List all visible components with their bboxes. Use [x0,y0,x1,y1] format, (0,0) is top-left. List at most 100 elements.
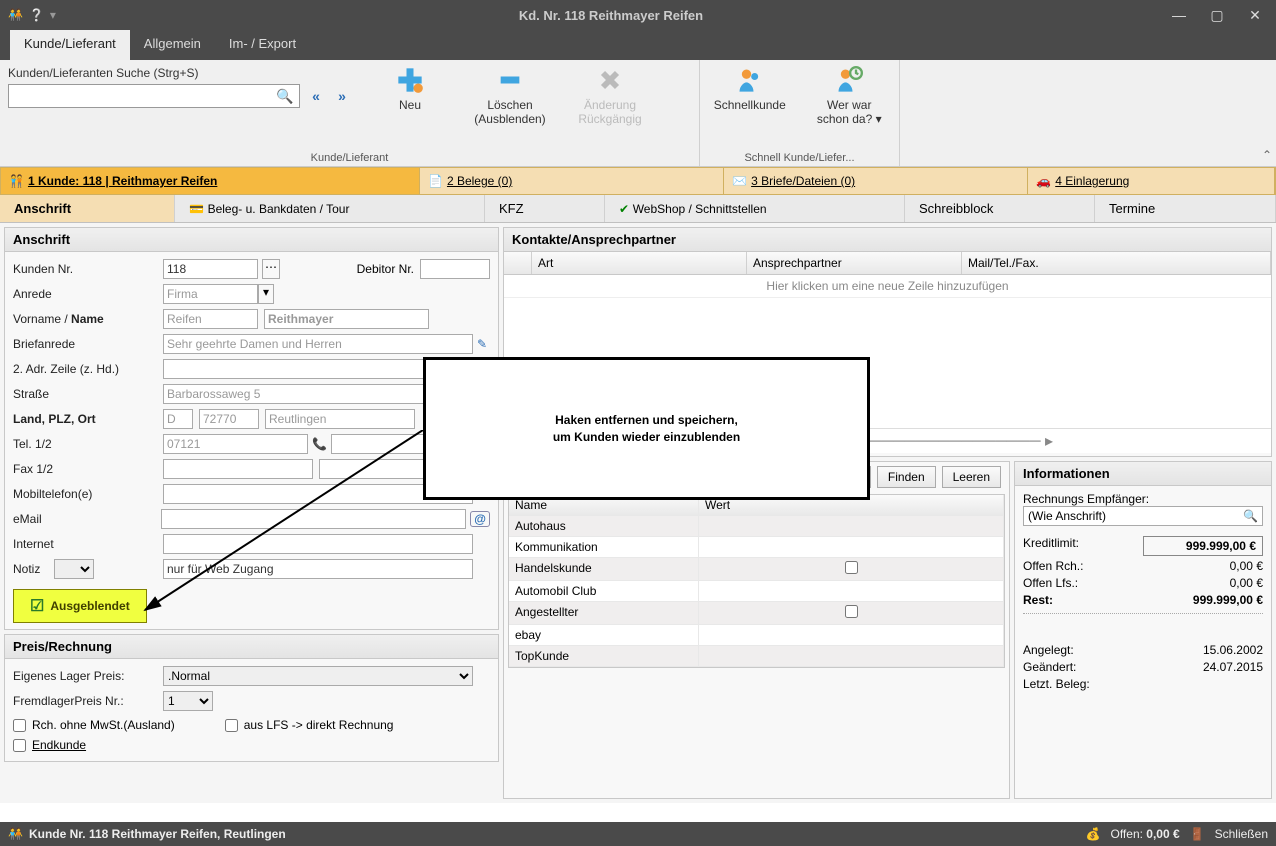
minimize-button[interactable]: — [1166,7,1192,23]
attr-row: Angestellter [509,602,1004,625]
close-button[interactable]: ✕ [1242,7,1268,24]
ribbon-collapse-icon[interactable]: ⌃ [1258,60,1276,166]
anrede-input[interactable] [163,284,258,304]
search-icon[interactable]: 🔍 [275,88,295,105]
angelegt-label: Angelegt: [1023,643,1074,657]
schnellkunde-button[interactable]: Schnellkunde [700,62,800,112]
kunden-nr-input[interactable] [163,259,258,279]
fax-label: Fax 1/2 [13,462,163,476]
nav-main-tabs: 🧑‍🤝‍🧑 1 Kunde: 118 | Reithmayer Reifen 📄… [0,167,1276,195]
cb-mwst[interactable]: Rch. ohne MwSt.(Ausland) [13,718,175,732]
at-icon[interactable]: @ [470,511,490,527]
subtab-beleg[interactable]: 💳 Beleg- u. Bankdaten / Tour [175,195,485,222]
attr-row: TopKunde [509,646,1004,667]
status-bar: 🧑‍🤝‍🧑 Kunde Nr. 118 Reithmayer Reifen, R… [0,822,1276,846]
col-ansprechpartner[interactable]: Ansprechpartner [747,252,962,274]
kunden-nr-lookup-icon[interactable]: ⋯ [262,259,280,279]
vorname-input[interactable] [163,309,258,329]
ribbon-group-label-2: Schnell Kunde/Liefer... [700,150,899,166]
nav-tab-kunde[interactable]: 🧑‍🤝‍🧑 1 Kunde: 118 | Reithmayer Reifen [1,168,420,194]
window-title: Kd. Nr. 118 Reithmayer Reifen [56,8,1166,23]
col-art[interactable]: Art [532,252,747,274]
subtab-webshop[interactable]: ✔ WebShop / Schnittstellen [605,195,905,222]
ort-input[interactable] [265,409,415,429]
land-input[interactable] [163,409,193,429]
offen-rch-label: Offen Rch.: [1023,559,1083,573]
internet-input[interactable] [163,534,473,554]
phone-icon[interactable]: 📞 [312,437,327,451]
anrede-dropdown-icon[interactable]: ▾ [258,284,274,304]
info-header: Informationen [1015,462,1271,486]
empf-value[interactable]: (Wie Anschrift) 🔍 [1023,506,1263,526]
mobil-label: Mobiltelefon(e) [13,487,163,501]
attr-row: Autohaus [509,516,1004,537]
kontakte-add-row[interactable]: Hier klicken um eine neue Zeile hinzuzuf… [504,275,1271,298]
storage-icon: 🚗 [1036,174,1051,188]
tel1-input[interactable] [163,434,308,454]
ribbon: Kunden/Lieferanten Suche (Strg+S) 🔍 « » … [0,60,1276,167]
werda-button[interactable]: Wer war schon da? ▾ [800,62,900,126]
ribbon-tab-kunde[interactable]: Kunde/Lieferant [10,30,130,60]
col-mail[interactable]: Mail/Tel./Fax. [962,252,1271,274]
maximize-button[interactable]: ▢ [1204,7,1230,24]
exit-icon: 🚪 [1190,827,1205,841]
vorname-label: Vorname / Name [13,312,163,326]
debitor-label: Debitor Nr. [357,262,414,276]
name-input[interactable] [264,309,429,329]
offen-rch-value: 0,00 € [1230,559,1263,573]
preis-header: Preis/Rechnung [5,635,498,659]
subtab-termine[interactable]: Termine [1095,195,1276,222]
new-button[interactable]: Neu [360,62,460,112]
annotation-callout: Haken entfernen und speichern, um Kunden… [423,357,870,500]
document-icon: 📄 [428,174,443,188]
rest-label: Rest: [1023,593,1053,607]
attributes-table: Name Wert Autohaus Kommunikation Handels… [508,494,1005,668]
notiz-label: Notiz [13,559,163,579]
next-icon[interactable]: » [332,88,352,104]
edit-icon[interactable]: ✎ [477,337,487,351]
nav-tab-briefe[interactable]: ✉️ 3 Briefe/Dateien (0) [724,168,1028,194]
plz-input[interactable] [199,409,259,429]
clear-button[interactable]: Leeren [942,466,1001,488]
close-app-button[interactable]: Schließen [1215,827,1268,841]
strasse-label: Straße [13,387,163,401]
email-input[interactable] [161,509,467,529]
ribbon-tab-allgemein[interactable]: Allgemein [130,30,215,60]
cb-endkunde[interactable]: Endkunde [13,738,490,752]
attr-row: Automobil Club [509,581,1004,602]
subtab-schreibblock[interactable]: Schreibblock [905,195,1095,222]
internet-label: Internet [13,537,163,551]
ribbon-tab-import-export[interactable]: Im- / Export [215,30,310,60]
search-label: Kunden/Lieferanten Suche (Strg+S) [8,66,352,80]
fremd-select[interactable]: 1 [163,691,213,711]
prev-icon[interactable]: « [306,88,326,104]
fremd-label: FremdlagerPreis Nr.: [13,694,163,708]
nav-tab-belege[interactable]: 📄 2 Belege (0) [420,168,724,194]
search-input[interactable] [13,89,275,103]
cb-lfs[interactable]: aus LFS -> direkt Rechnung [225,718,394,732]
briefanrede-input[interactable] [163,334,473,354]
status-text: Kunde Nr. 118 Reithmayer Reifen, Reutlin… [29,827,1086,841]
angelegt-value: 15.06.2002 [1203,643,1263,657]
nav-tab-einlagerung[interactable]: 🚗 4 Einlagerung [1028,168,1275,194]
offen-lfs-value: 0,00 € [1230,576,1263,590]
limit-label: Kreditlimit: [1023,536,1079,556]
notiz-input[interactable] [163,559,473,579]
delete-button[interactable]: Löschen (Ausblenden) [460,62,560,126]
help-icon[interactable]: ❔ [29,8,44,22]
debitor-input[interactable] [420,259,490,279]
lager-select[interactable]: .Normal [163,666,473,686]
land-label: Land, PLZ, Ort [13,412,163,426]
find-button[interactable]: Finden [877,466,936,488]
lager-label: Eigenes Lager Preis: [13,669,163,683]
notiz-color-select[interactable] [54,559,94,579]
lookup-icon[interactable]: 🔍 [1243,509,1258,523]
limit-value[interactable]: 999.999,00 € [1143,536,1263,556]
ausgeblendet-toggle[interactable]: ☑ Ausgeblendet [13,589,147,623]
main-area: Anschrift Kunden Nr. ⋯ Debitor Nr. Anred… [0,223,1276,803]
fax1-input[interactable] [163,459,313,479]
subtab-kfz[interactable]: KFZ [485,195,605,222]
checked-icon: ☑ [30,596,44,616]
offen-lfs-label: Offen Lfs.: [1023,576,1078,590]
subtab-anschrift[interactable]: Anschrift [0,195,175,222]
